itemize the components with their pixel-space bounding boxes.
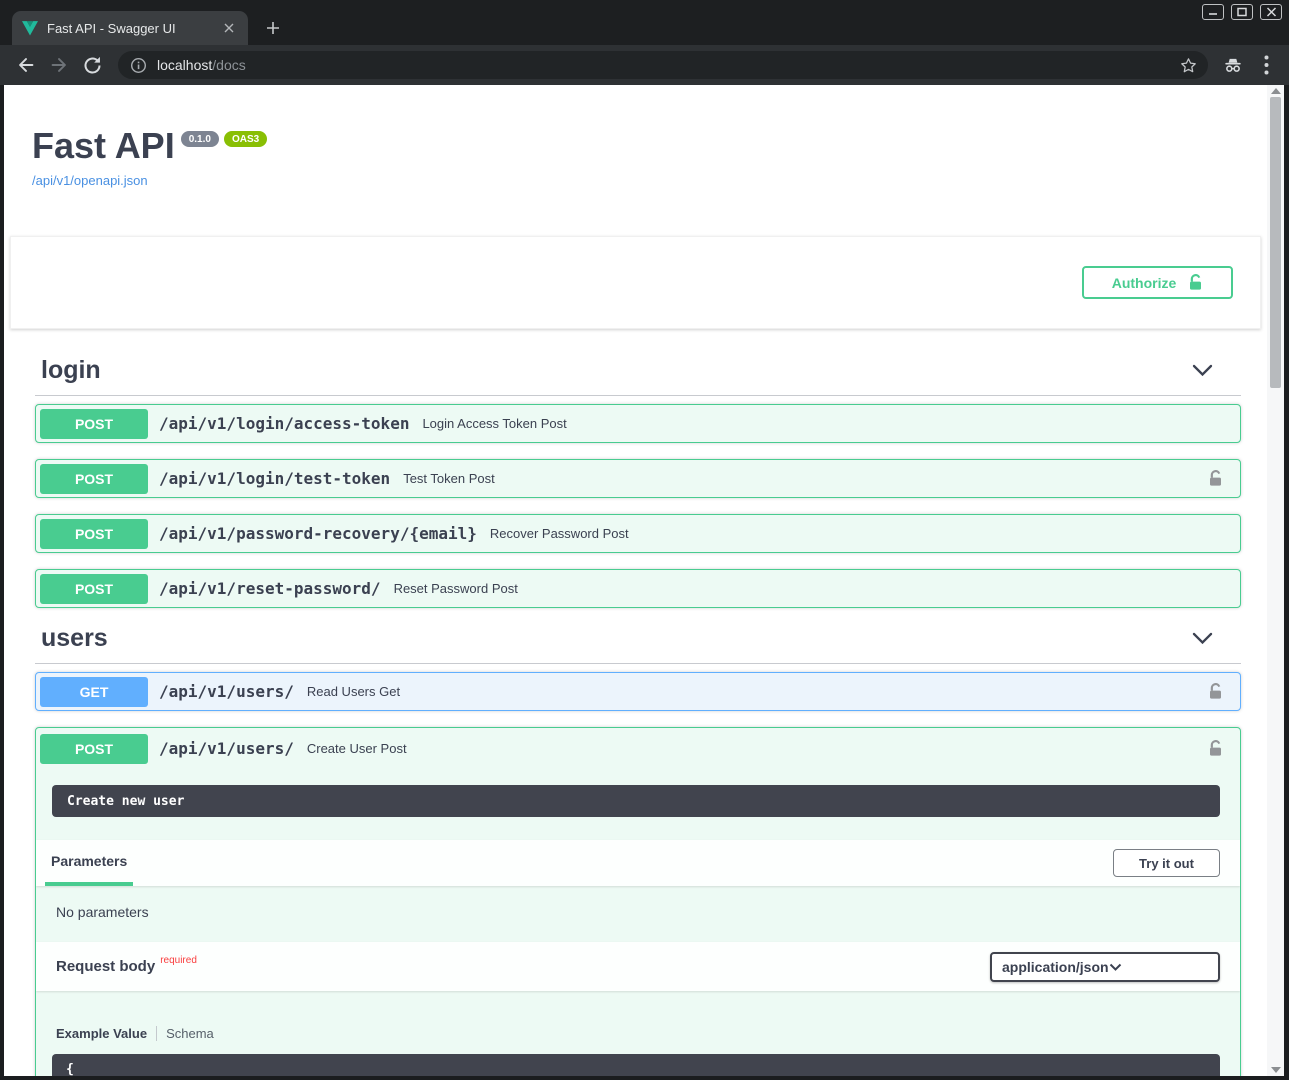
page-scrollbar[interactable] [1267,85,1284,1076]
new-tab-button[interactable] [262,17,284,39]
auth-lock-icon[interactable] [1208,682,1223,701]
endpoint-path: /api/v1/login/test-token [159,469,390,488]
method-badge: POST [40,464,148,494]
forward-icon[interactable] [47,53,71,77]
scrollbar-thumb[interactable] [1270,97,1281,388]
authorize-label: Authorize [1112,275,1177,291]
endpoint-summary: Reset Password Post [394,581,518,596]
method-badge: POST [40,519,148,549]
scrollbar-up-icon[interactable] [1271,88,1281,94]
bookmark-star-icon[interactable] [1179,56,1198,75]
parameters-header: Parameters Try it out [36,840,1240,886]
section-title: login [41,356,101,385]
operation-row[interactable]: POST /api/v1/reset-password/ Reset Passw… [35,569,1241,608]
method-badge: POST [40,409,148,439]
method-badge: POST [40,574,148,604]
tab-parameters[interactable]: Parameters [45,840,133,886]
endpoint-path: /api/v1/users/ [159,739,294,758]
minimize-button[interactable] [1202,4,1224,20]
endpoint-summary: Login Access Token Post [422,416,566,431]
operation-row[interactable]: POST /api/v1/users/ Create User Post [36,729,1240,768]
browser-toolbar: localhost/docs [0,45,1289,85]
operation-row[interactable]: POST /api/v1/password-recovery/{email} R… [35,514,1241,553]
operation-row[interactable]: POST /api/v1/login/access-token Login Ac… [35,404,1241,443]
endpoint-path: /api/v1/users/ [159,682,294,701]
section-title: users [41,624,108,653]
url-text: localhost/docs [157,57,1179,73]
authorize-button[interactable]: Authorize [1082,266,1233,299]
media-type-select[interactable]: application/json [990,952,1220,982]
media-type-value: application/json [1002,959,1109,975]
window-controls [1202,4,1282,20]
page-title: Fast API [32,125,175,166]
try-it-out-button[interactable]: Try it out [1113,849,1220,877]
browser-tab[interactable]: Fast API - Swagger UI [12,11,248,45]
url-bar[interactable]: localhost/docs [118,51,1208,79]
tab-example-value[interactable]: Example Value [56,1026,147,1041]
endpoint-path: /api/v1/reset-password/ [159,579,381,598]
site-info-icon[interactable] [130,57,147,74]
tab-close-icon[interactable] [220,19,238,37]
request-body-label: Request body [56,958,155,975]
operation-row[interactable]: POST /api/v1/login/test-token Test Token… [35,459,1241,498]
openapi-spec-link[interactable]: /api/v1/openapi.json [32,173,1267,188]
method-badge: POST [40,734,148,764]
endpoint-path: /api/v1/login/access-token [159,414,409,433]
method-badge: GET [40,677,148,707]
auth-lock-icon[interactable] [1208,469,1223,488]
chevron-down-icon[interactable] [1192,632,1213,645]
required-label: required [160,955,197,966]
page-viewport: Fast API 0.1.0 OAS3 /api/v1/openapi.json A… [4,85,1284,1076]
no-parameters-text: No parameters [36,886,1240,942]
browser-titlebar: Fast API - Swagger UI [0,0,1289,45]
oas3-badge: OAS3 [224,131,267,147]
auth-lock-icon[interactable] [1208,739,1223,758]
chevron-down-icon[interactable] [1192,364,1213,377]
endpoint-path: /api/v1/password-recovery/{email} [159,524,477,543]
incognito-icon [1222,54,1244,76]
section-header-users[interactable]: users [35,624,1241,664]
endpoint-summary: Recover Password Post [490,526,629,541]
api-info: Fast API 0.1.0 OAS3 /api/v1/openapi.json [4,85,1267,188]
endpoint-summary: Read Users Get [307,684,400,699]
tab-title: Fast API - Swagger UI [47,21,220,36]
tab-schema[interactable]: Schema [166,1026,214,1041]
example-schema-tabs: Example Value Schema [56,1026,1240,1041]
close-button[interactable] [1260,4,1282,20]
reload-icon[interactable] [80,53,104,77]
endpoint-summary: Test Token Post [403,471,495,486]
example-code-block: { [52,1054,1220,1076]
scrollbar-down-icon[interactable] [1271,1067,1281,1073]
maximize-button[interactable] [1231,4,1253,20]
scheme-container: Authorize [10,236,1261,329]
operation-row[interactable]: GET /api/v1/users/ Read Users Get [35,672,1241,711]
endpoint-summary: Create User Post [307,741,407,756]
back-icon[interactable] [14,53,38,77]
version-badge: 0.1.0 [181,131,219,147]
tab-separator [156,1026,157,1041]
chevron-down-icon [1109,963,1208,971]
operation-expanded-create-user: POST /api/v1/users/ Create User Post Cre… [35,727,1241,1076]
code-text: { [66,1062,74,1076]
unlock-icon [1188,273,1203,292]
menu-dots-icon[interactable] [1264,55,1269,75]
operation-description: Create new user [52,785,1220,817]
section-header-login[interactable]: login [35,356,1241,396]
site-favicon-v-icon [22,21,38,36]
request-body-header: Request body required application/json [36,942,1240,991]
